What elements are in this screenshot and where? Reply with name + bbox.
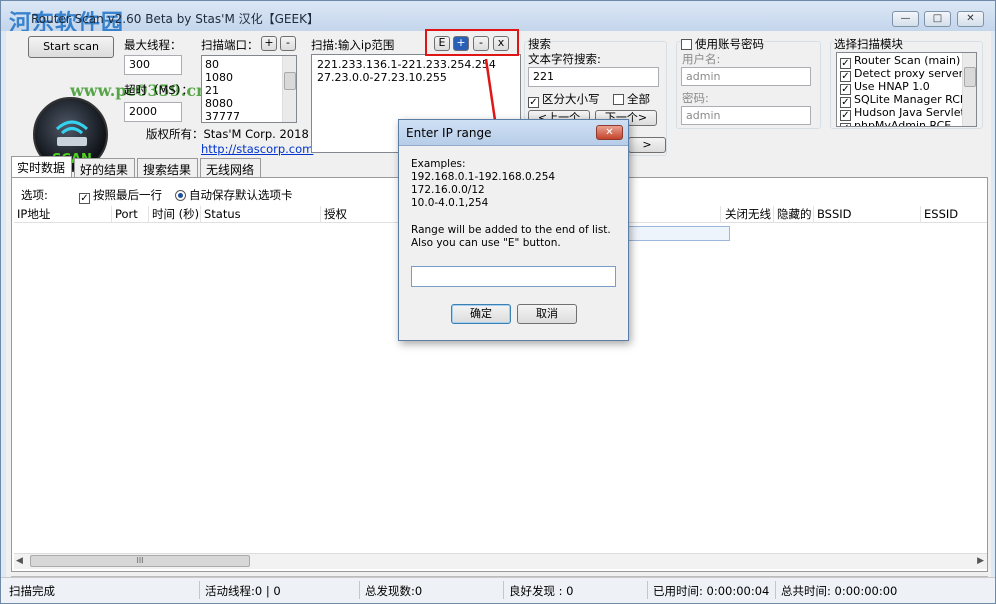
app-window: 河东软件园 Router Scan v2.60 Beta by Stas'M 汉… [0, 0, 996, 604]
title-bar: 河东软件园 Router Scan v2.60 Beta by Stas'M 汉… [1, 1, 995, 36]
ports-scrollbar[interactable] [282, 56, 296, 122]
status-total-time: 总共时间: 0:00:00:00 [781, 584, 898, 598]
example-3: 10.0-4.0.1,254 [411, 197, 489, 209]
tab-search-results[interactable]: 搜索结果 [137, 158, 198, 177]
status-threads: 活动线程:0 | 0 [205, 584, 281, 598]
module-item[interactable]: ✓ Detect proxy servers [837, 67, 976, 82]
remove-port-button[interactable]: - [280, 36, 296, 51]
dialog-note-2: Also you can use "E" button. [411, 237, 561, 249]
username-field[interactable]: admin [681, 67, 811, 86]
ranges-label: 扫描:输入ip范围 [311, 38, 395, 52]
use-account-checkbox[interactable]: 使用账号密码 [681, 36, 764, 52]
auto-save-radio[interactable]: 自动保存默认选项卡 [175, 187, 293, 203]
start-scan-button[interactable]: Start scan [28, 36, 114, 58]
module-item[interactable]: ✓ SQLite Manager RCE [837, 93, 976, 108]
col-essid[interactable]: ESSID [921, 206, 987, 223]
modules-list[interactable]: ✓ Router Scan (main) ✓ Detect proxy server… [836, 52, 977, 127]
modules-title: 选择扫描模块 [834, 36, 903, 52]
dialog-close-button[interactable]: ✕ [596, 125, 623, 140]
dialog-title-bar: Enter IP range ✕ [399, 120, 628, 146]
ports-list[interactable]: 80 1080 21 8080 37777 [201, 55, 297, 123]
module-item[interactable]: ✓ Router Scan (main) [837, 54, 976, 69]
password-label: 密码: [682, 91, 709, 105]
example-1: 192.168.0.1-192.168.0.254 [411, 171, 556, 183]
col-status[interactable]: Status [201, 206, 321, 223]
dialog-title: Enter IP range [406, 126, 492, 140]
window-title: Router Scan v2.60 Beta by Stas'M 汉化【GEEK… [31, 12, 319, 26]
selected-cell[interactable] [624, 226, 730, 241]
scroll-right-icon[interactable]: ▶ [977, 556, 984, 566]
modules-scrollbar[interactable] [962, 53, 976, 126]
maximize-button[interactable]: □ [924, 11, 951, 27]
scroll-thumb[interactable]: III [30, 555, 250, 567]
search-go-button[interactable]: > [628, 137, 666, 153]
col-ip[interactable]: IP地址 [14, 206, 112, 223]
module-item[interactable]: ✓phpMyAdmin RCE [837, 119, 976, 126]
minimize-button[interactable]: — [892, 11, 919, 27]
col-bssid[interactable]: BSSID [814, 206, 921, 223]
search-input[interactable]: 221 [528, 67, 659, 87]
col-disable-wifi[interactable]: 关闭无线 [722, 206, 774, 223]
ok-button[interactable]: 确定 [451, 304, 511, 324]
cancel-button[interactable]: 取消 [517, 304, 577, 324]
status-state: 扫描完成 [9, 584, 55, 598]
status-bar: 扫描完成 活动线程:0 | 0 总发现数:0 良好发现 : 0 已用时间: 0:… [1, 577, 995, 603]
enter-ip-range-dialog: Enter IP range ✕ Examples: 192.168.0.1-1… [398, 119, 629, 341]
copyright-text: 版权所有：Stas'M Corp. 2018 [146, 127, 309, 141]
search-title: 搜索 [528, 36, 551, 52]
options-label: 选项: [21, 188, 48, 202]
dialog-note-1: Range will be added to the end of list. [411, 224, 611, 236]
status-total: 总发现数:0 [365, 584, 423, 598]
col-time[interactable]: 时间 (秒) [149, 206, 201, 223]
tab-good-results[interactable]: 好的结果 [74, 158, 135, 177]
search-text-label: 文本字符搜索: [528, 52, 601, 66]
status-good: 良好发现 : 0 [509, 584, 574, 598]
module-item[interactable]: ✓ Hudson Java Servlet [837, 106, 976, 121]
add-port-button[interactable]: + [261, 36, 277, 51]
password-field[interactable]: admin [681, 106, 811, 125]
timeout-input[interactable]: 2000 [124, 102, 182, 122]
annotation-highlight [425, 29, 519, 56]
status-elapsed: 已用时间: 0:00:00:04 [653, 584, 770, 598]
col-port[interactable]: Port [112, 206, 149, 223]
module-item[interactable]: ✓ Use HNAP 1.0 [837, 80, 976, 95]
tab-wireless[interactable]: 无线网络 [200, 158, 261, 177]
tab-live-data[interactable]: 实时数据 [11, 156, 72, 177]
close-button[interactable]: ✕ [957, 11, 984, 27]
follow-last-checkbox[interactable]: ✓ 按照最后一行 [79, 187, 162, 204]
scroll-left-icon[interactable]: ◀ [16, 556, 23, 566]
example-2: 172.16.0.0/12 [411, 184, 485, 196]
ip-range-input[interactable] [411, 266, 616, 287]
examples-label: Examples: [411, 158, 466, 170]
max-threads-label: 最大线程： [124, 38, 182, 52]
timeout-label: 超时（MS）： [124, 83, 193, 97]
search-all-checkbox[interactable]: 全部 [613, 91, 650, 107]
case-sensitive-checkbox[interactable]: ✓ 区分大小写 [528, 91, 600, 108]
horizontal-scrollbar[interactable]: ◀ III ▶ [14, 553, 987, 569]
website-link[interactable]: http://stascorp.com [201, 142, 313, 156]
max-threads-input[interactable]: 300 [124, 55, 182, 75]
ports-label: 扫描端口： [201, 38, 259, 52]
col-hidden[interactable]: 隐藏的 [774, 206, 814, 223]
username-label: 用户名: [682, 52, 721, 66]
